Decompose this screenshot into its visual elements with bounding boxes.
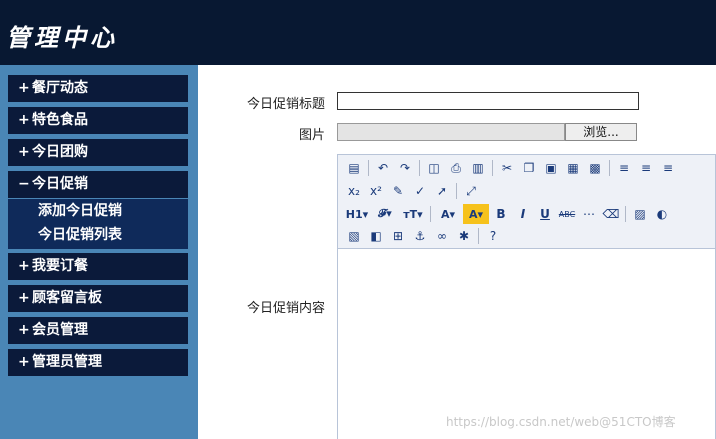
bold-icon[interactable]: B xyxy=(491,204,511,224)
expand-icon: + xyxy=(18,322,30,338)
highlight-icon[interactable]: A▾ xyxy=(463,204,489,224)
heading-icon[interactable]: H1▾ xyxy=(344,204,370,224)
title-label: 今日促销标题 xyxy=(246,97,325,112)
submenu-add-promotion[interactable]: 添加今日促销 xyxy=(8,199,188,223)
underline-icon[interactable]: U xyxy=(535,204,555,224)
sidebar-item-order[interactable]: + 我要订餐 xyxy=(8,253,188,280)
source-icon[interactable]: ▤ xyxy=(344,158,364,178)
spellcheck-icon[interactable]: ✓ xyxy=(410,181,430,201)
expand-icon: + xyxy=(18,112,30,128)
toolbar-separator xyxy=(419,160,420,176)
browse-button[interactable]: 浏览... xyxy=(565,123,637,141)
paste-word-icon[interactable]: ▩ xyxy=(585,158,605,178)
align-left-icon[interactable]: ≡ xyxy=(614,158,634,178)
redo-icon[interactable]: ↷ xyxy=(395,158,415,178)
clear-format-icon[interactable]: ✎ xyxy=(388,181,408,201)
expand-icon: + xyxy=(18,80,30,96)
font-size-icon[interactable]: тT▾ xyxy=(400,204,426,224)
anchor-icon[interactable]: ⚓ xyxy=(410,226,430,246)
collapse-icon: − xyxy=(18,176,30,192)
copy-icon[interactable]: ❐ xyxy=(519,158,539,178)
template-icon[interactable]: ▥ xyxy=(468,158,488,178)
expand-icon: + xyxy=(18,258,30,274)
watermark: https://blog.csdn.net/web@51CTO博客 xyxy=(446,415,676,429)
font-family-icon[interactable]: 𝓕▾ xyxy=(372,204,398,224)
hr-icon[interactable]: ⋯ xyxy=(579,204,599,224)
toolbar-separator xyxy=(430,206,431,222)
expand-icon: + xyxy=(18,144,30,160)
link-icon[interactable]: ∞ xyxy=(432,226,452,246)
image-label: 图片 xyxy=(298,128,325,143)
sidebar-item-members[interactable]: + 会员管理 xyxy=(8,317,188,344)
sidebar-item-label: 会员管理 xyxy=(32,322,88,338)
promotions-submenu: 添加今日促销 今日促销列表 xyxy=(8,199,188,249)
toolbar-separator xyxy=(368,160,369,176)
image-icon[interactable]: ▨ xyxy=(630,204,650,224)
table-icon[interactable]: ⊞ xyxy=(388,226,408,246)
paste-text-icon[interactable]: ▦ xyxy=(563,158,583,178)
media-icon[interactable]: ◧ xyxy=(366,226,386,246)
cut-icon[interactable]: ✂ xyxy=(497,158,517,178)
toolbar-separator xyxy=(625,206,626,222)
sidebar-item-label: 今日团购 xyxy=(32,144,88,160)
font-color-icon[interactable]: A▾ xyxy=(435,204,461,224)
unlink-icon[interactable]: ✱ xyxy=(454,226,474,246)
undo-icon[interactable]: ↶ xyxy=(373,158,393,178)
insert-image-icon[interactable]: ▧ xyxy=(344,226,364,246)
expand-icon: + xyxy=(18,354,30,370)
flash-icon[interactable]: ◐ xyxy=(652,204,672,224)
align-center-icon[interactable]: ≡ xyxy=(636,158,656,178)
sidebar-item-label: 餐厅动态 xyxy=(32,80,88,96)
sidebar-item-restaurant-news[interactable]: + 餐厅动态 xyxy=(8,75,188,102)
toolbar-separator xyxy=(492,160,493,176)
toolbar-separator xyxy=(478,228,479,244)
content-label: 今日促销内容 xyxy=(246,301,325,316)
italic-icon[interactable]: I xyxy=(513,204,533,224)
align-right-icon[interactable]: ≡ xyxy=(658,158,678,178)
sidebar-item-label: 特色食品 xyxy=(32,112,88,128)
fullscreen-icon[interactable]: ⤢ xyxy=(461,181,481,201)
sidebar-item-group-buy[interactable]: + 今日团购 xyxy=(8,139,188,166)
toolbar-separator xyxy=(609,160,610,176)
sidebar-item-featured-food[interactable]: + 特色食品 xyxy=(8,107,188,134)
image-file-field[interactable] xyxy=(337,123,565,141)
select-icon[interactable]: ➚ xyxy=(432,181,452,201)
sidebar-item-promotions[interactable]: − 今日促销 xyxy=(8,171,188,198)
preview-icon[interactable]: ◫ xyxy=(424,158,444,178)
sidebar: + 餐厅动态 + 特色食品 + 今日团购 − 今日促销 添加今日促销 今日促销列表 + 我… xyxy=(0,65,198,439)
expand-icon: + xyxy=(18,290,30,306)
promotion-title-input[interactable] xyxy=(337,92,639,110)
superscript-icon[interactable]: x² xyxy=(366,181,386,201)
sidebar-item-label: 顾客留言板 xyxy=(32,290,102,306)
strikethrough-icon[interactable]: ABC xyxy=(557,204,577,224)
editor-toolbar: ▤ ↶ ↷ ◫ ⎙ ▥ ✂ ❐ ▣ ▦ ▩ ≡ ≡ ≡ x₂ x² ✎ ✓ ➚ … xyxy=(338,155,715,249)
paste-icon[interactable]: ▣ xyxy=(541,158,561,178)
toolbar-separator xyxy=(456,183,457,199)
sidebar-item-label: 管理员管理 xyxy=(32,354,102,370)
rich-text-editor: ▤ ↶ ↷ ◫ ⎙ ▥ ✂ ❐ ▣ ▦ ▩ ≡ ≡ ≡ x₂ x² ✎ ✓ ➚ … xyxy=(337,154,716,439)
help-icon[interactable]: ? xyxy=(483,226,503,246)
sidebar-item-guestbook[interactable]: + 顾客留言板 xyxy=(8,285,188,312)
editor-content-area[interactable] xyxy=(338,250,715,439)
app-title: 管理中心 xyxy=(6,23,118,52)
sidebar-item-label: 我要订餐 xyxy=(32,258,88,274)
app-header: 管理中心 xyxy=(0,0,716,65)
submenu-promotion-list[interactable]: 今日促销列表 xyxy=(8,223,188,247)
sidebar-item-label: 今日促销 xyxy=(32,176,88,192)
print-icon[interactable]: ⎙ xyxy=(446,158,466,178)
sidebar-item-admins[interactable]: + 管理员管理 xyxy=(8,349,188,376)
eraser-icon[interactable]: ⌫ xyxy=(601,204,621,224)
subscript-icon[interactable]: x₂ xyxy=(344,181,364,201)
